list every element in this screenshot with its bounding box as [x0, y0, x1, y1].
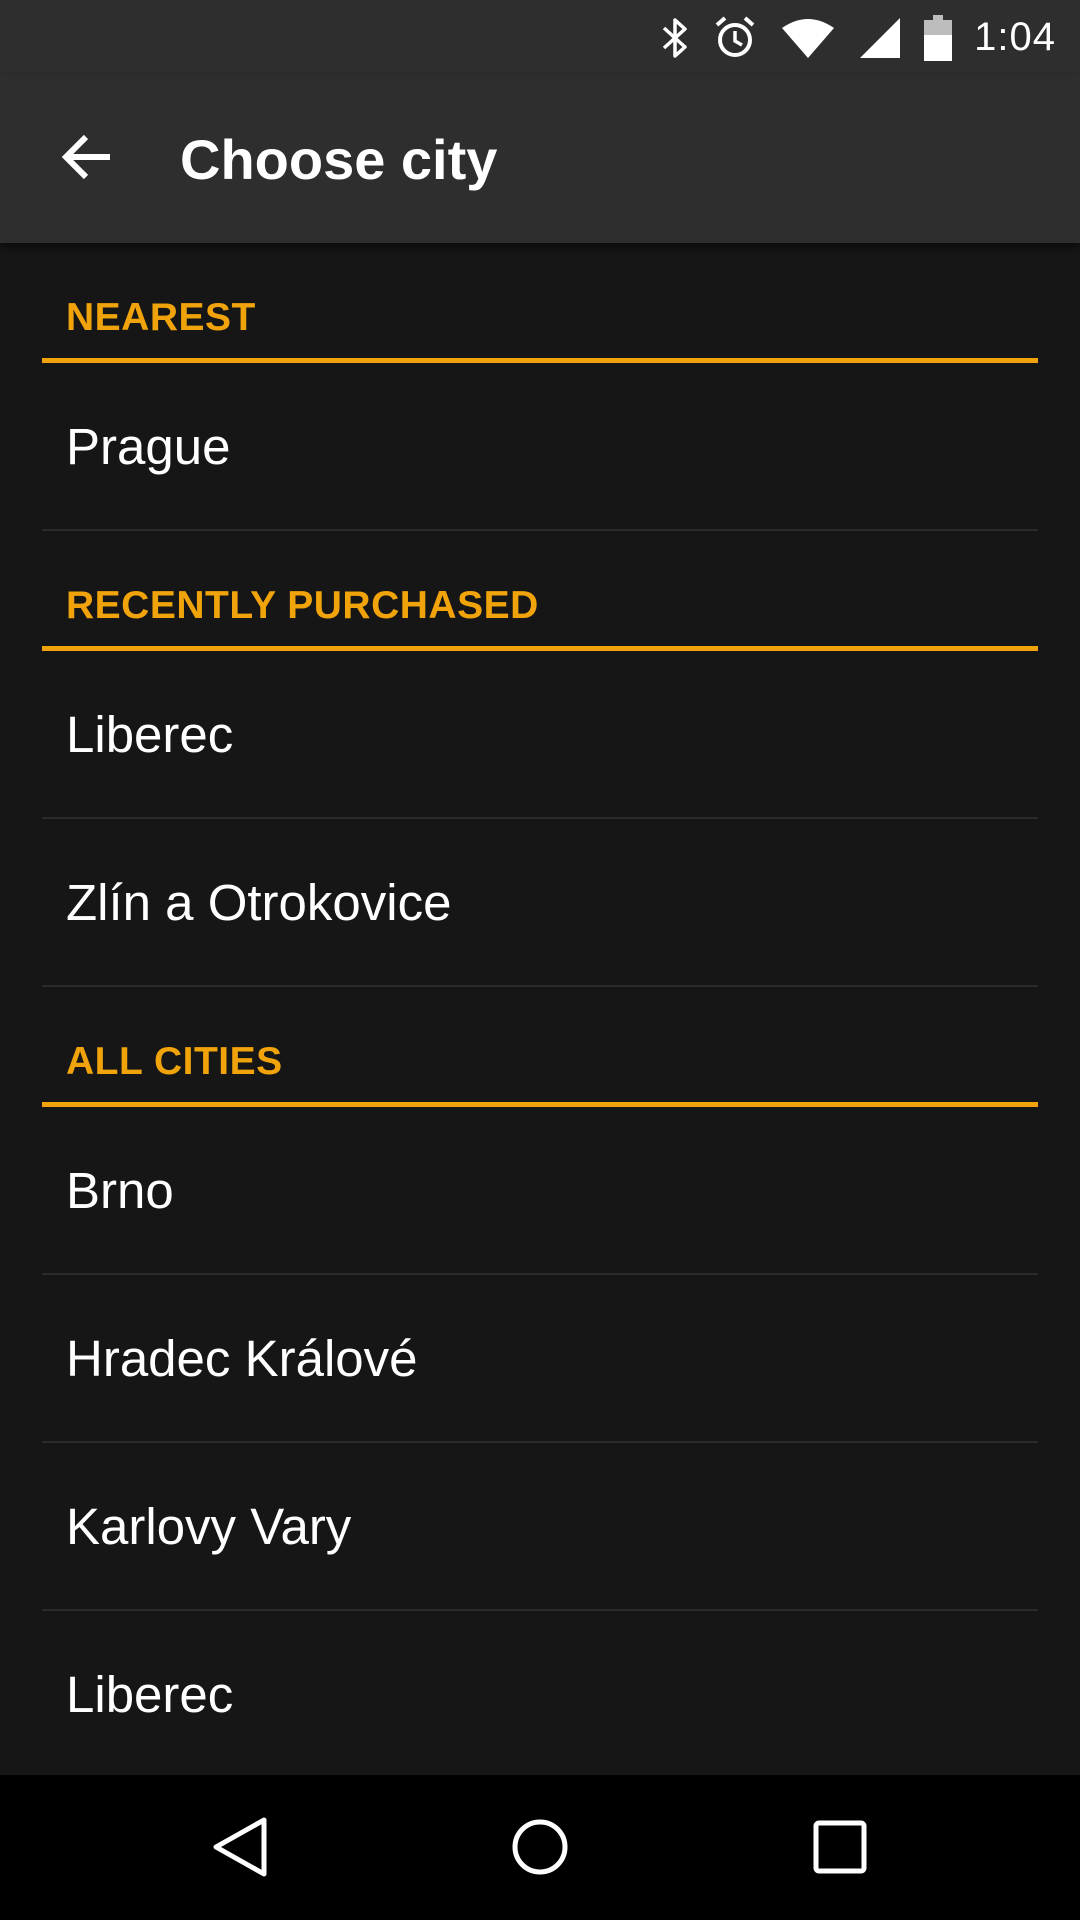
city-item-zlin-a-otrokovice[interactable]: Zlín a Otrokovice — [42, 819, 1038, 987]
city-item-brno[interactable]: Brno — [42, 1107, 1038, 1275]
section-header-label: ALL CITIES — [66, 1040, 283, 1083]
alarm-icon — [712, 14, 758, 62]
status-bar: 1:04 — [0, 0, 1080, 75]
nav-back-icon — [213, 1817, 267, 1877]
cell-signal-icon — [858, 14, 902, 62]
navigation-bar — [0, 1775, 1080, 1920]
wifi-icon — [780, 14, 836, 62]
city-list[interactable]: NEAREST Prague RECENTLY PURCHASED Libere… — [0, 243, 1080, 1775]
section-header-label: RECENTLY PURCHASED — [66, 584, 539, 627]
bluetooth-icon — [660, 14, 690, 62]
arrow-back-icon — [61, 134, 110, 180]
nav-home-icon — [512, 1819, 568, 1875]
page-title: Choose city — [180, 128, 498, 191]
section-header-label: NEAREST — [66, 296, 256, 339]
section-header-recently-purchased: RECENTLY PURCHASED — [42, 531, 1038, 651]
nav-back-button[interactable] — [190, 1797, 290, 1897]
nav-recents-button[interactable] — [790, 1797, 890, 1897]
battery-icon — [924, 14, 953, 62]
city-item-prague[interactable]: Prague — [42, 363, 1038, 531]
city-item-karlovy-vary[interactable]: Karlovy Vary — [42, 1443, 1038, 1611]
app-bar: Choose city — [0, 75, 1080, 243]
city-item-liberec[interactable]: Liberec — [42, 1611, 1038, 1775]
city-item-liberec-recent[interactable]: Liberec — [42, 651, 1038, 819]
nav-recents-icon — [813, 1820, 867, 1874]
back-button[interactable] — [42, 113, 130, 201]
section-header-all-cities: ALL CITIES — [42, 987, 1038, 1107]
section-header-nearest: NEAREST — [42, 243, 1038, 363]
nav-home-button[interactable] — [490, 1797, 590, 1897]
city-item-hradec-kralove[interactable]: Hradec Králové — [42, 1275, 1038, 1443]
status-time: 1:04 — [974, 15, 1056, 59]
